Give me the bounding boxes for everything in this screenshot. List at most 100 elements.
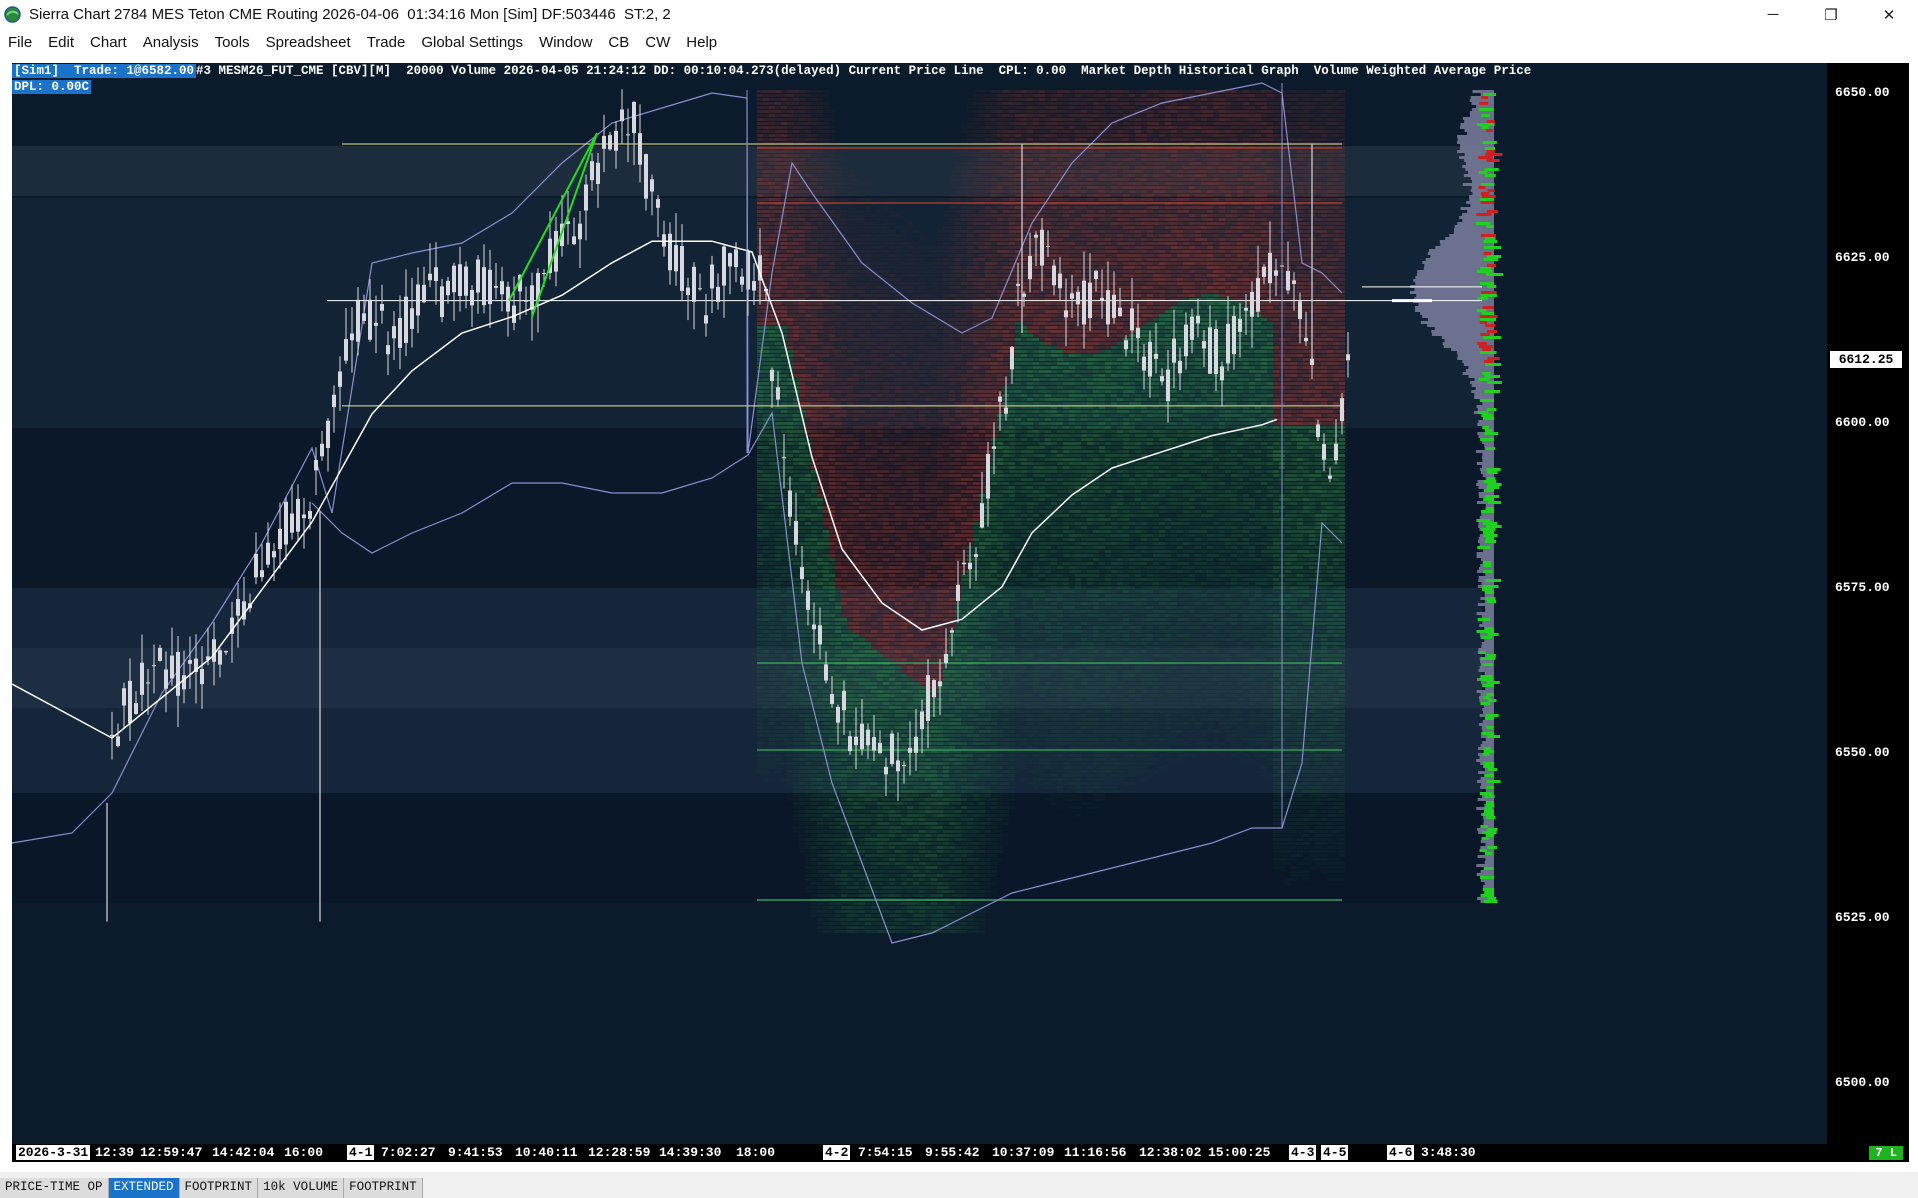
depth-cell — [775, 714, 781, 717]
depth-cell — [817, 94, 823, 97]
price-chart[interactable] — [12, 63, 1827, 1144]
depth-cell — [865, 350, 871, 353]
minimize-button[interactable]: ─ — [1744, 0, 1802, 29]
depth-cell — [841, 566, 847, 569]
depth-cell — [883, 438, 889, 441]
depth-cell — [805, 562, 811, 565]
menu-global-settings[interactable]: Global Settings — [413, 34, 531, 51]
chart-canvas[interactable] — [12, 63, 1827, 1144]
depth-cell — [865, 462, 871, 465]
depth-cell — [763, 470, 769, 473]
menu-help[interactable]: Help — [678, 34, 725, 51]
depth-cell — [829, 310, 835, 313]
depth-cell — [805, 866, 811, 869]
depth-cell — [757, 702, 763, 705]
depth-cell — [769, 702, 775, 705]
menu-analysis[interactable]: Analysis — [135, 34, 207, 51]
depth-cell — [865, 570, 871, 573]
depth-cell — [799, 198, 805, 201]
menu-edit[interactable]: Edit — [40, 34, 82, 51]
depth-cell — [853, 342, 859, 345]
depth-cell — [799, 378, 805, 381]
depth-cell — [835, 930, 841, 933]
menu-tools[interactable]: Tools — [207, 34, 258, 51]
depth-cell — [859, 690, 865, 693]
depth-cell — [883, 830, 889, 833]
depth-cell — [823, 434, 829, 437]
depth-cell — [781, 370, 787, 373]
depth-cell — [763, 678, 769, 681]
menu-trade[interactable]: Trade — [359, 34, 414, 51]
depth-cell — [871, 682, 877, 685]
depth-cell — [877, 522, 883, 525]
menu-cb[interactable]: CB — [600, 34, 637, 51]
depth-cell — [829, 554, 835, 557]
menu-cw[interactable]: CW — [637, 34, 678, 51]
depth-cell — [763, 646, 769, 649]
depth-cell — [799, 746, 805, 749]
depth-cell — [889, 778, 895, 781]
depth-cell — [871, 694, 877, 697]
depth-cell — [811, 694, 817, 697]
depth-cell — [793, 186, 799, 189]
depth-cell — [811, 666, 817, 669]
depth-cell — [817, 110, 823, 113]
depth-cell — [775, 678, 781, 681]
depth-cell — [913, 386, 919, 389]
depth-cell — [889, 514, 895, 517]
maximize-button[interactable]: ❐ — [1802, 0, 1860, 29]
depth-cell — [811, 218, 817, 221]
depth-cell — [913, 438, 919, 441]
depth-cell — [781, 250, 787, 253]
depth-cell — [853, 806, 859, 809]
depth-cell — [913, 554, 919, 557]
depth-cell — [835, 762, 841, 765]
depth-cell — [823, 530, 829, 533]
depth-cell — [847, 718, 853, 721]
depth-cell — [877, 610, 883, 613]
depth-cell — [889, 290, 895, 293]
depth-cell — [859, 274, 865, 277]
depth-cell — [823, 610, 829, 613]
close-button[interactable]: ✕ — [1860, 0, 1918, 29]
depth-cell — [805, 262, 811, 265]
depth-cell — [823, 570, 829, 573]
depth-cell — [763, 182, 769, 185]
depth-cell — [817, 594, 823, 597]
menu-chart[interactable]: Chart — [82, 34, 135, 51]
depth-cell — [793, 786, 799, 789]
depth-cell — [901, 562, 907, 565]
depth-cell — [763, 710, 769, 713]
depth-cell — [811, 150, 817, 153]
menu-window[interactable]: Window — [531, 34, 600, 51]
depth-cell — [853, 310, 859, 313]
depth-cell — [877, 886, 883, 889]
depth-cell — [823, 690, 829, 693]
depth-cell — [841, 850, 847, 853]
depth-cell — [853, 266, 859, 269]
depth-cell — [781, 138, 787, 141]
depth-cell — [907, 806, 913, 809]
depth-cell — [883, 658, 889, 661]
menu-spreadsheet[interactable]: Spreadsheet — [258, 34, 359, 51]
depth-cell — [907, 878, 913, 881]
depth-cell — [907, 518, 913, 521]
depth-cell — [811, 98, 817, 101]
depth-cell — [787, 122, 793, 125]
depth-cell — [835, 446, 841, 449]
depth-cell — [829, 754, 835, 757]
depth-cell — [805, 486, 811, 489]
depth-cell — [799, 330, 805, 333]
depth-cell — [793, 566, 799, 569]
menu-file[interactable]: File — [0, 34, 40, 51]
depth-cell — [841, 618, 847, 621]
depth-cell — [835, 386, 841, 389]
depth-cell — [841, 746, 847, 749]
depth-cell — [847, 386, 853, 389]
depth-cell — [889, 470, 895, 473]
depth-cell — [883, 842, 889, 845]
depth-cell — [901, 534, 907, 537]
depth-cell — [757, 694, 763, 697]
depth-cell — [817, 826, 823, 829]
depth-cell — [871, 458, 877, 461]
